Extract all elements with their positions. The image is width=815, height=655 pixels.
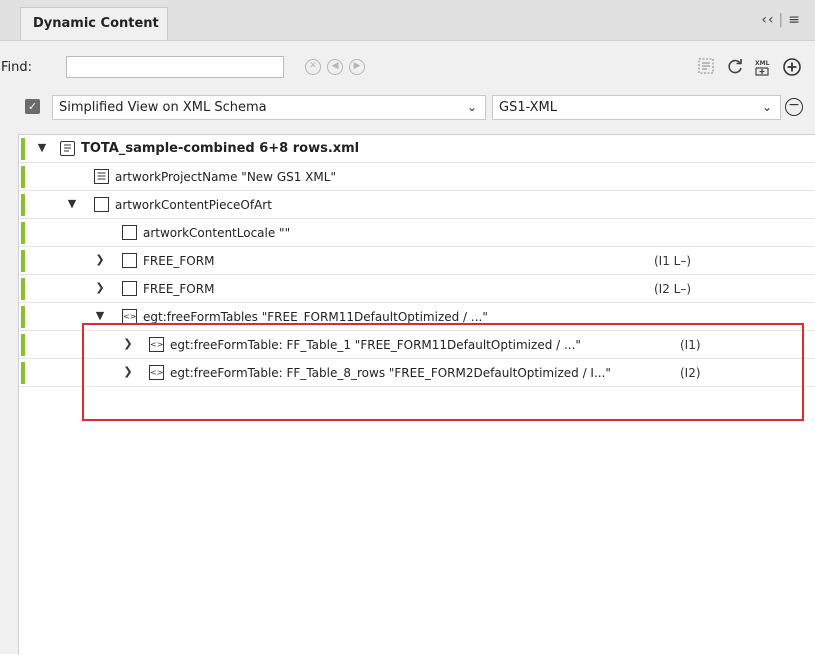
tree-row-label: egt:freeFormTable: FF_Table_1 "FREE_FORM…: [170, 338, 581, 352]
xml-document-icon: [60, 141, 75, 156]
chevron-down-icon: ⌄: [761, 100, 772, 114]
tree-row-root[interactable]: ▼ TOTA_sample-combined 6+8 rows.xml: [19, 135, 815, 163]
tree-row-label: artworkContentLocale "": [143, 226, 291, 240]
code-node-icon: <>: [149, 337, 164, 352]
view-select-value: Simplified View on XML Schema: [59, 100, 267, 115]
tree-row[interactable]: artworkContentLocale "": [19, 219, 815, 247]
tree-row-index: (I1 L–): [654, 254, 692, 268]
dynamic-content-panel: Dynamic Content ‹‹ | ≡ Find: ✕ ◀ ▶ XML ✓ S…: [0, 0, 815, 655]
divider: |: [778, 12, 785, 28]
chevron-right-icon[interactable]: ❯: [122, 365, 134, 379]
xml-add-icon[interactable]: XML: [752, 57, 772, 77]
tree-row[interactable]: ❯ FREE_FORM (I1 L–): [19, 247, 815, 275]
status-bar: [21, 306, 25, 328]
select-icon[interactable]: [696, 57, 716, 77]
element-node-icon: [122, 225, 137, 240]
tree-row-index: (I2): [680, 366, 701, 380]
tab-dynamic-content[interactable]: Dynamic Content: [20, 7, 168, 40]
chevron-down-icon[interactable]: ▼: [66, 197, 78, 211]
chevron-down-icon[interactable]: ▼: [94, 309, 106, 323]
panel-menu-icon[interactable]: ≡: [788, 12, 801, 28]
status-bar: [21, 278, 25, 300]
schema-row: ✓ Simplified View on XML Schema ⌄ GS1-XM…: [0, 94, 815, 122]
tab-bar: Dynamic Content ‹‹ | ≡: [0, 0, 815, 41]
code-node-icon: <>: [149, 365, 164, 380]
chevron-right-icon[interactable]: ❯: [122, 337, 134, 351]
format-select-value: GS1-XML: [499, 100, 558, 115]
tree-row[interactable]: ❯ FREE_FORM (I2 L–): [19, 275, 815, 303]
tree-row-label: TOTA_sample-combined 6+8 rows.xml: [81, 141, 360, 156]
status-bar: [21, 166, 25, 188]
tree-row-label: FREE_FORM: [143, 254, 215, 268]
element-node-icon: [122, 281, 137, 296]
tree-row-index: (I2 L–): [654, 282, 692, 296]
tree-row-index: (I1): [680, 338, 701, 352]
chevron-right-icon[interactable]: ❯: [94, 281, 106, 295]
tree-row[interactable]: ❯ <> egt:freeFormTable: FF_Table_1 "FREE…: [19, 331, 815, 359]
collapse-icon[interactable]: ‹‹: [761, 12, 774, 28]
find-input[interactable]: [66, 56, 284, 78]
refresh-icon[interactable]: [725, 57, 745, 77]
panel-controls: ‹‹ | ≡: [761, 12, 801, 28]
svg-text:XML: XML: [755, 60, 770, 67]
tree-row-label: egt:freeFormTable: FF_Table_8_rows "FREE…: [170, 366, 611, 380]
status-bar: [21, 194, 25, 216]
status-bar: [21, 222, 25, 244]
chevron-right-icon[interactable]: ❯: [94, 253, 106, 267]
element-node-icon: [122, 253, 137, 268]
code-node-icon: <>: [122, 309, 137, 324]
format-select[interactable]: GS1-XML ⌄: [492, 95, 781, 120]
tree-row-label: FREE_FORM: [143, 282, 215, 296]
previous-icon[interactable]: ◀: [327, 59, 343, 75]
tree-row-label: egt:freeFormTables "FREE_FORM11DefaultOp…: [143, 310, 488, 324]
text-node-icon: [94, 169, 109, 184]
status-bar: [21, 250, 25, 272]
find-row: Find: ✕ ◀ ▶ XML: [0, 54, 815, 82]
tree-row[interactable]: ▼ artworkContentPieceOfArt: [19, 191, 815, 219]
find-label: Find:: [1, 60, 33, 75]
status-bar: [21, 334, 25, 356]
tree-row-label: artworkContentPieceOfArt: [115, 198, 272, 212]
xml-tree[interactable]: ▼ TOTA_sample-combined 6+8 rows.xml artw…: [18, 134, 815, 655]
tree-row[interactable]: ▼ <> egt:freeFormTables "FREE_FORM11Defa…: [19, 303, 815, 331]
tree-row[interactable]: ❯ <> egt:freeFormTable: FF_Table_8_rows …: [19, 359, 815, 387]
clear-icon[interactable]: ✕: [305, 59, 321, 75]
remove-icon[interactable]: −: [785, 98, 803, 116]
status-bar: [21, 362, 25, 384]
status-bar: [21, 138, 25, 160]
next-icon[interactable]: ▶: [349, 59, 365, 75]
chevron-down-icon[interactable]: ▼: [36, 141, 48, 155]
element-node-icon: [94, 197, 109, 212]
view-select[interactable]: Simplified View on XML Schema ⌄: [52, 95, 486, 120]
chevron-down-icon: ⌄: [466, 100, 477, 114]
add-icon[interactable]: [782, 57, 802, 77]
tree-row[interactable]: artworkProjectName "New GS1 XML": [19, 163, 815, 191]
tree-row-label: artworkProjectName "New GS1 XML": [115, 170, 336, 184]
simplified-view-checkbox[interactable]: ✓: [25, 99, 40, 114]
